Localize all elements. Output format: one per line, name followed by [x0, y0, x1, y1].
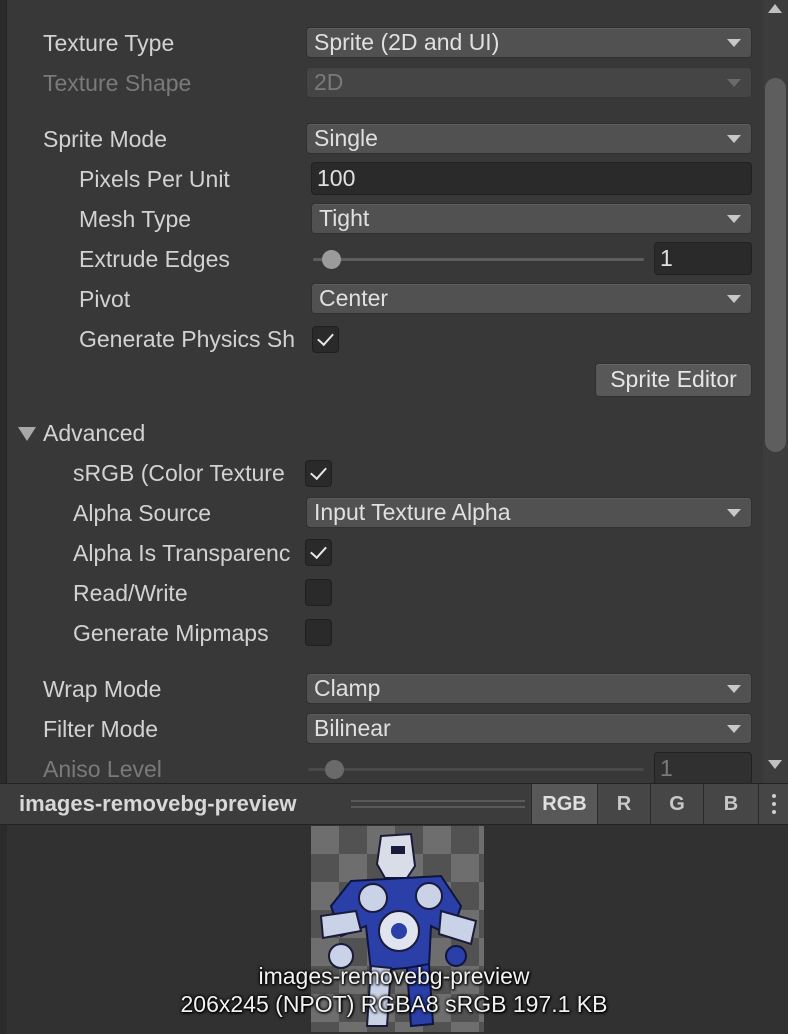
chevron-down-icon [727, 509, 741, 517]
sprite-mode-label: Sprite Mode [43, 126, 168, 152]
texture-type-dropdown[interactable]: Sprite (2D and UI) [306, 27, 752, 58]
vertical-scrollbar[interactable] [763, 0, 788, 783]
alpha-source-value: Input Texture Alpha [314, 499, 511, 525]
chevron-down-icon [727, 135, 741, 143]
advanced-foldout-label[interactable]: Advanced [43, 418, 243, 448]
checkmark-icon [317, 328, 334, 347]
chevron-down-icon [727, 39, 741, 47]
extrude-edges-slider-thumb[interactable] [322, 250, 341, 269]
chevron-down-icon [727, 685, 741, 693]
mesh-type-value: Tight [319, 205, 370, 231]
channel-rgb-button[interactable]: RGB [531, 784, 597, 824]
pivot-value: Center [319, 285, 389, 311]
texture-shape-value: 2D [314, 69, 344, 95]
aniso-level-label: Aniso Level [43, 756, 162, 782]
checkmark-icon [310, 541, 327, 560]
aniso-level-value: 1 [660, 755, 673, 781]
resize-grip[interactable] [351, 806, 525, 808]
sprite-editor-button-label: Sprite Editor [610, 366, 737, 392]
chevron-down-icon [727, 295, 741, 303]
alpha-is-transparency-label: Alpha Is Transparenc [73, 540, 291, 566]
chevron-down-icon [727, 215, 741, 223]
chevron-down-icon [727, 79, 741, 87]
more-options-icon[interactable] [758, 784, 788, 824]
extrude-edges-slider-track[interactable] [313, 258, 644, 261]
wrap-mode-label: Wrap Mode [43, 676, 162, 702]
alpha-is-transparency-checkbox[interactable] [305, 539, 332, 566]
texture-shape-label: Texture Shape [43, 70, 192, 96]
alpha-source-dropdown[interactable]: Input Texture Alpha [306, 497, 752, 528]
extrude-edges-field[interactable]: 1 [654, 242, 752, 275]
read-write-checkbox[interactable] [305, 579, 332, 606]
srgb-checkbox[interactable] [305, 460, 332, 487]
generate-mipmaps-checkbox[interactable] [305, 619, 332, 646]
filter-mode-dropdown[interactable]: Bilinear [306, 713, 752, 744]
preview-image-name: images-removebg-preview [258, 963, 530, 989]
pixels-per-unit-field[interactable]: 100 [311, 162, 752, 195]
pixels-per-unit-label: Pixels Per Unit [79, 166, 230, 192]
aniso-level-slider-track [308, 768, 644, 771]
preview-area: images-removebg-preview 206x245 (NPOT) R… [0, 825, 788, 1034]
preview-image-info: 206x245 (NPOT) RGBA8 sRGB 197.1 KB [180, 991, 608, 1017]
pixels-per-unit-value: 100 [317, 165, 356, 191]
extrude-edges-value: 1 [660, 245, 673, 271]
checkmark-icon [310, 462, 327, 481]
mesh-type-dropdown[interactable]: Tight [311, 203, 752, 234]
texture-type-value: Sprite (2D and UI) [314, 29, 500, 55]
scroll-down-arrow-icon[interactable] [768, 760, 782, 769]
channel-r-button[interactable]: R [597, 784, 650, 824]
channel-b-button[interactable]: B [703, 784, 758, 824]
generate-mipmaps-label: Generate Mipmaps [73, 620, 269, 646]
aniso-level-slider-thumb [325, 760, 344, 779]
aniso-level-field: 1 [654, 752, 752, 783]
texture-import-inspector: Texture Type Sprite (2D and UI) Texture … [0, 0, 788, 783]
preview-header: images-removebg-preview RGB R G B [0, 783, 788, 825]
pivot-dropdown[interactable]: Center [311, 283, 752, 314]
filter-mode-label: Filter Mode [43, 716, 159, 742]
wrap-mode-value: Clamp [314, 675, 381, 701]
chevron-down-icon [727, 725, 741, 733]
sprite-editor-button[interactable]: Sprite Editor [595, 363, 752, 397]
foldout-expanded-icon[interactable] [18, 427, 36, 441]
panel-left-edge [0, 0, 7, 783]
texture-type-label: Texture Type [43, 30, 175, 56]
texture-shape-dropdown: 2D [306, 67, 752, 98]
channel-g-button[interactable]: G [650, 784, 703, 824]
sprite-mode-value: Single [314, 125, 378, 151]
srgb-label: sRGB (Color Texture [73, 460, 285, 486]
wrap-mode-dropdown[interactable]: Clamp [306, 673, 752, 704]
filter-mode-value: Bilinear [314, 715, 391, 741]
scrollbar-thumb[interactable] [765, 78, 786, 452]
read-write-label: Read/Write [73, 580, 188, 606]
scroll-up-arrow-icon[interactable] [768, 4, 782, 13]
alpha-source-label: Alpha Source [73, 500, 212, 526]
preview-title: images-removebg-preview [19, 791, 297, 816]
generate-physics-shape-label: Generate Physics Sh [79, 326, 296, 352]
extrude-edges-label: Extrude Edges [79, 246, 230, 272]
resize-grip[interactable] [351, 800, 525, 802]
generate-physics-shape-checkbox[interactable] [312, 326, 339, 353]
mesh-type-label: Mesh Type [79, 206, 192, 232]
pivot-label: Pivot [79, 286, 131, 312]
sprite-mode-dropdown[interactable]: Single [306, 123, 752, 154]
